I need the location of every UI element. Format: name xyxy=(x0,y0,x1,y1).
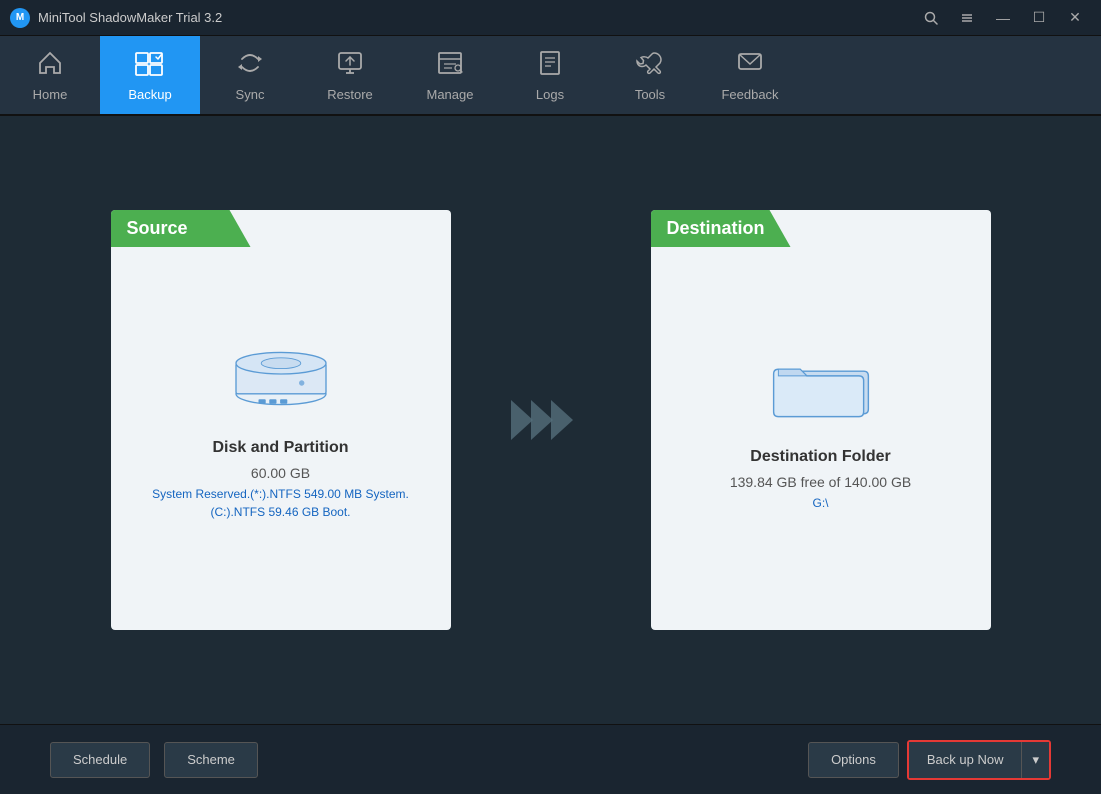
minimize-button[interactable]: — xyxy=(987,4,1019,32)
logs-icon xyxy=(536,49,564,81)
bottom-right-buttons: Options Back up Now ▾ xyxy=(808,740,1051,780)
navbar: Home Backup Sync xyxy=(0,36,1101,116)
main-content: Source Disk and Partition 60.00 GB Syste… xyxy=(0,116,1101,724)
source-size: 60.00 GB xyxy=(251,465,310,481)
feedback-icon xyxy=(736,49,764,81)
nav-label-sync: Sync xyxy=(236,87,265,102)
destination-card[interactable]: Destination Destination Folder 139.84 GB… xyxy=(651,210,991,630)
bottom-left-buttons: Schedule Scheme xyxy=(50,742,258,778)
disk-icon xyxy=(221,329,341,419)
backup-now-group: Back up Now ▾ xyxy=(907,740,1051,780)
destination-header: Destination xyxy=(651,210,791,247)
nav-item-backup[interactable]: Backup xyxy=(100,36,200,114)
nav-item-manage[interactable]: Manage xyxy=(400,36,500,114)
nav-label-logs: Logs xyxy=(536,87,564,102)
nav-item-tools[interactable]: Tools xyxy=(600,36,700,114)
nav-label-manage: Manage xyxy=(427,87,474,102)
close-button[interactable]: ✕ xyxy=(1059,4,1091,32)
folder-icon xyxy=(761,338,881,428)
backup-now-dropdown[interactable]: ▾ xyxy=(1021,742,1049,778)
backup-now-button[interactable]: Back up Now xyxy=(909,742,1022,778)
source-detail: System Reserved.(*:).NTFS 549.00 MB Syst… xyxy=(152,485,409,521)
nav-label-restore: Restore xyxy=(327,87,373,102)
restore-icon xyxy=(336,49,364,81)
tools-icon xyxy=(636,49,664,81)
destination-size: 139.84 GB free of 140.00 GB xyxy=(730,474,911,490)
nav-label-tools: Tools xyxy=(635,87,665,102)
maximize-button[interactable]: ☐ xyxy=(1023,4,1055,32)
nav-label-home: Home xyxy=(33,87,68,102)
nav-item-logs[interactable]: Logs xyxy=(500,36,600,114)
nav-item-home[interactable]: Home xyxy=(0,36,100,114)
nav-label-backup: Backup xyxy=(128,87,171,102)
manage-icon xyxy=(436,49,464,81)
scheme-button[interactable]: Scheme xyxy=(164,742,258,778)
destination-path: G:\ xyxy=(812,494,828,512)
app-logo: M xyxy=(10,8,30,28)
destination-title: Destination Folder xyxy=(750,448,890,466)
nav-item-sync[interactable]: Sync xyxy=(200,36,300,114)
titlebar: M MiniTool ShadowMaker Trial 3.2 — ☐ ✕ xyxy=(0,0,1101,36)
bottom-bar: Schedule Scheme Options Back up Now ▾ xyxy=(0,724,1101,794)
arrow-section xyxy=(511,390,591,450)
source-header: Source xyxy=(111,210,251,247)
source-title: Disk and Partition xyxy=(212,439,348,457)
source-card[interactable]: Source Disk and Partition 60.00 GB Syste… xyxy=(111,210,451,630)
search-button[interactable] xyxy=(915,4,947,32)
nav-item-feedback[interactable]: Feedback xyxy=(700,36,800,114)
sync-icon xyxy=(236,49,264,81)
schedule-button[interactable]: Schedule xyxy=(50,742,150,778)
home-icon xyxy=(36,49,64,81)
titlebar-left: M MiniTool ShadowMaker Trial 3.2 xyxy=(10,8,222,28)
options-button[interactable]: Options xyxy=(808,742,899,778)
backup-icon xyxy=(134,49,166,81)
app-title: MiniTool ShadowMaker Trial 3.2 xyxy=(38,10,222,25)
nav-item-restore[interactable]: Restore xyxy=(300,36,400,114)
titlebar-controls: — ☐ ✕ xyxy=(915,4,1091,32)
nav-label-feedback: Feedback xyxy=(721,87,778,102)
menu-button[interactable] xyxy=(951,4,983,32)
